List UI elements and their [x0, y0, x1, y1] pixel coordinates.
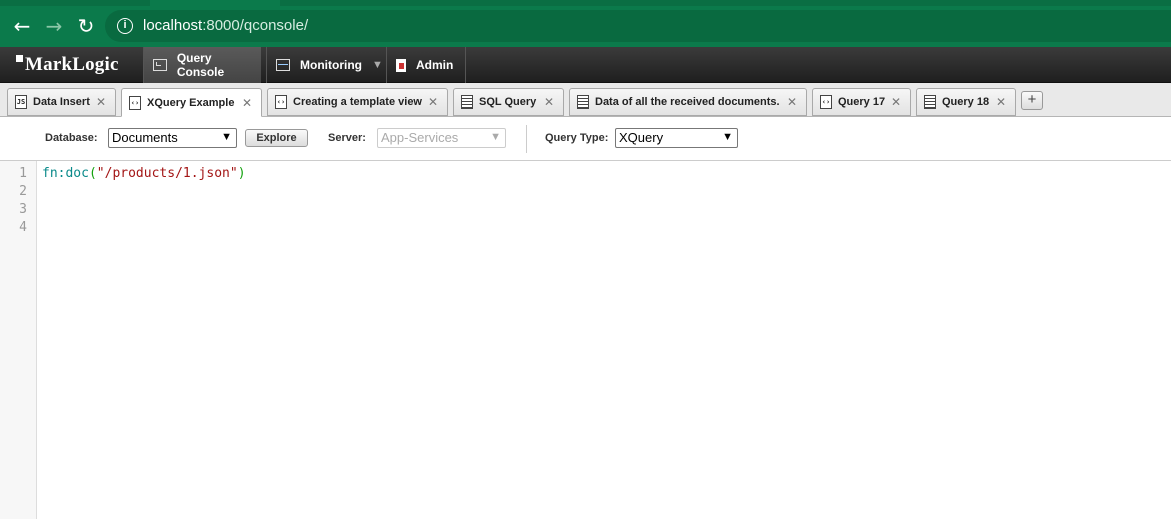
close-icon[interactable]: ✕: [891, 95, 901, 109]
tab-label: Creating a template view: [293, 96, 422, 108]
tab-label: Data of all the received documents.: [595, 96, 780, 108]
admin-icon: [396, 58, 406, 72]
chevron-down-icon: ▼: [722, 131, 733, 143]
query-tabs-bar: JS Data Insert ✕ ‹› XQuery Example ✕ ‹› …: [0, 83, 1171, 117]
line-number: 1: [19, 166, 27, 181]
server-label: Server:: [328, 132, 366, 144]
logo-text: MarkLogic: [25, 54, 119, 75]
database-select[interactable]: Documents ▼: [108, 128, 237, 148]
code-paren: ): [237, 166, 246, 181]
tab-query-17[interactable]: ‹› Query 17 ✕: [812, 88, 911, 116]
nav-admin[interactable]: Admin: [386, 47, 466, 83]
server-value: App-Services: [381, 130, 459, 145]
line-number-gutter: 1 2 3 4: [0, 161, 37, 519]
query-toolbar: Database: Documents ▼ Explore Server: Ap…: [0, 117, 1171, 161]
monitor-icon: [276, 59, 290, 71]
logo-mark-icon: [16, 55, 23, 62]
browser-active-tab[interactable]: [150, 0, 280, 6]
back-arrow-icon[interactable]: ←: [10, 14, 34, 38]
nav-label: Monitoring: [300, 58, 362, 72]
browser-tab-strip: [0, 0, 1171, 6]
toolbar-divider: [526, 125, 527, 153]
nav-query-console[interactable]: Query Console: [143, 47, 261, 83]
tab-label: XQuery Example: [147, 96, 235, 109]
table-icon: [461, 95, 473, 109]
tab-label: Query 18: [942, 96, 990, 108]
tab-sql-query[interactable]: SQL Query ✕: [453, 88, 564, 116]
url-host: localhost: [143, 17, 203, 34]
tab-label: Query 17: [838, 96, 886, 108]
xquery-icon: ‹›: [820, 95, 832, 109]
close-icon[interactable]: ✕: [787, 95, 797, 109]
info-icon[interactable]: i: [117, 18, 133, 34]
app-header: MarkLogic Query Console Monitoring ▼ Adm…: [0, 47, 1171, 83]
code-editor[interactable]: 1 2 3 4 fn:doc("/products/1.json"): [0, 161, 1171, 519]
close-icon[interactable]: ✕: [996, 95, 1006, 109]
address-bar[interactable]: i localhost:8000/qconsole/: [105, 10, 1171, 42]
table-icon: [924, 95, 936, 109]
tab-data-insert[interactable]: JS Data Insert ✕: [7, 88, 116, 116]
chevron-down-icon: ▼: [490, 131, 501, 143]
browser-toolbar: ← → ↻ i localhost:8000/qconsole/: [0, 0, 1171, 47]
nav-label: Query Console: [176, 51, 225, 79]
query-type-select[interactable]: XQuery ▼: [615, 128, 738, 148]
tab-xquery-example[interactable]: ‹› XQuery Example ✕: [121, 88, 262, 117]
console-icon: [153, 59, 167, 71]
nav-monitoring[interactable]: Monitoring ▼: [266, 47, 384, 83]
line-number: 4: [19, 220, 27, 235]
nav-label: Admin: [416, 58, 454, 72]
caret-down-icon[interactable]: ▼: [372, 59, 383, 71]
tab-received-documents[interactable]: Data of all the received documents. ✕: [569, 88, 807, 116]
line-number: 2: [19, 184, 27, 199]
add-tab-button[interactable]: +: [1021, 91, 1043, 110]
close-icon[interactable]: ✕: [242, 96, 252, 110]
close-icon[interactable]: ✕: [96, 95, 106, 109]
url-path: :8000/qconsole/: [202, 17, 309, 34]
code-string: "/products/1.json": [96, 166, 238, 181]
xquery-icon: ‹›: [275, 95, 287, 109]
server-select: App-Services ▼: [377, 128, 506, 148]
reload-icon[interactable]: ↻: [74, 14, 98, 38]
close-icon[interactable]: ✕: [428, 95, 438, 109]
xquery-icon: ‹›: [129, 95, 141, 110]
table-icon: [577, 95, 589, 109]
forward-arrow-icon[interactable]: →: [42, 14, 66, 38]
marklogic-logo[interactable]: MarkLogic: [16, 54, 119, 76]
database-label: Database:: [45, 132, 98, 144]
line-number: 3: [19, 202, 27, 217]
code-paren: (: [88, 166, 97, 181]
tab-query-18[interactable]: Query 18 ✕: [916, 88, 1016, 116]
tab-label: Data Insert: [33, 96, 90, 108]
plus-icon: +: [1027, 91, 1037, 108]
tab-creating-template-view[interactable]: ‹› Creating a template view ✕: [267, 88, 448, 116]
database-value: Documents: [112, 130, 178, 145]
code-function: fn:doc: [42, 166, 89, 181]
query-type-value: XQuery: [619, 130, 664, 145]
code-line[interactable]: fn:doc("/products/1.json"): [42, 166, 246, 181]
explore-button[interactable]: Explore: [245, 129, 308, 147]
query-type-label: Query Type:: [545, 132, 609, 144]
chevron-down-icon: ▼: [221, 131, 232, 143]
url-text: localhost:8000/qconsole/: [143, 17, 308, 34]
close-icon[interactable]: ✕: [544, 95, 554, 109]
tab-label: SQL Query: [479, 96, 537, 108]
js-icon: JS: [15, 95, 27, 109]
